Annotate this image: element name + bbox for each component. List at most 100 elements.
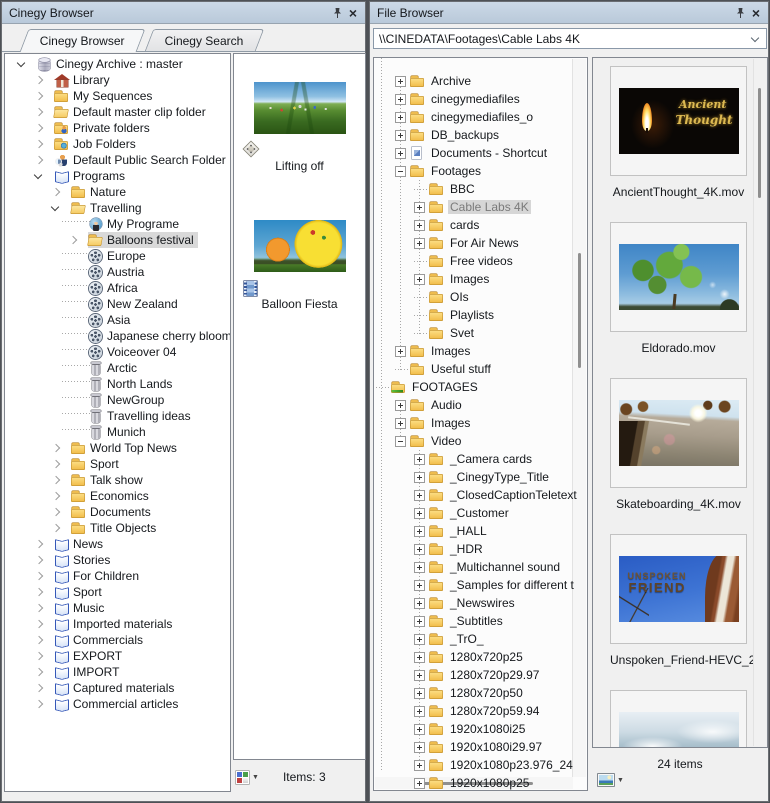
folder-tree-item[interactable]: Images (374, 342, 587, 360)
expander-box[interactable] (414, 687, 425, 699)
expander-box[interactable] (414, 273, 425, 285)
tree-node[interactable]: Japanese cherry bloom (88, 328, 230, 344)
expander-icon[interactable] (62, 328, 90, 344)
folder-tree-item[interactable]: _ClosedCaptionTeletext (374, 486, 587, 504)
tree-node[interactable]: Voiceover 04 (88, 344, 180, 360)
expander-box[interactable] (414, 292, 427, 303)
folder-tree-item[interactable]: 1280x720p50 (374, 684, 587, 702)
tree-node[interactable]: Title Objects (71, 520, 160, 536)
expander-icon[interactable] (45, 456, 71, 472)
scrollbar-thumb[interactable] (758, 88, 761, 198)
tree-node[interactable]: World Top News (71, 440, 181, 456)
expander-icon[interactable] (28, 536, 54, 552)
expander-icon[interactable] (45, 200, 71, 216)
tree-item[interactable]: My Sequences (5, 88, 230, 104)
tree-item[interactable]: Balloons festival (5, 232, 230, 248)
folder-tree-item[interactable]: FOOTAGES (374, 378, 587, 396)
folder-tree-item[interactable]: Footages (374, 162, 587, 180)
expander-box[interactable] (395, 435, 406, 447)
clip-thumbnail[interactable] (253, 220, 346, 272)
expander-icon[interactable] (62, 424, 90, 440)
tree-item[interactable]: Arctic (5, 360, 230, 376)
expander-box[interactable] (414, 615, 425, 627)
expander-box[interactable] (376, 382, 389, 393)
expander-icon[interactable] (62, 296, 90, 312)
folder-tree-item[interactable]: Images (374, 414, 587, 432)
tree-node[interactable]: Job Folders (54, 136, 140, 152)
tree-node[interactable]: North Lands (88, 376, 176, 392)
expander-box[interactable] (414, 597, 425, 609)
expander-box[interactable] (414, 525, 425, 537)
tree-node[interactable]: Programs (54, 168, 129, 184)
folder-tree-item[interactable]: _Customer (374, 504, 587, 522)
folder-tree-item[interactable]: _Subtitles (374, 612, 587, 630)
expander-box[interactable] (414, 328, 427, 339)
tree-node[interactable]: Arctic (88, 360, 141, 376)
expander-icon[interactable] (11, 56, 37, 72)
tree-node[interactable]: Library (54, 72, 114, 88)
expander-box[interactable] (395, 111, 406, 123)
expander-box[interactable] (395, 165, 406, 177)
tree-node[interactable]: Commercial articles (54, 696, 182, 712)
file-item[interactable]: Skateboarding_4K.mov (610, 378, 747, 534)
tree-item[interactable]: Voiceover 04 (5, 344, 230, 360)
expander-icon[interactable] (28, 632, 54, 648)
tree-node[interactable]: NewGroup (88, 392, 168, 408)
expander-icon[interactable] (62, 408, 90, 424)
expander-box[interactable] (414, 723, 425, 735)
tree-node[interactable]: Sport (54, 584, 106, 600)
tree-item[interactable]: Job Folders (5, 136, 230, 152)
clip-item[interactable]: Balloon Fiesta (234, 220, 365, 358)
tree-node[interactable]: My Programe (88, 216, 183, 232)
file-thumbnail[interactable]: Ancient Thought (618, 88, 739, 154)
expander-icon[interactable] (28, 552, 54, 568)
file-thumbnail[interactable] (618, 712, 739, 747)
folder-tree-item[interactable]: Video (374, 432, 587, 450)
folder-tree-item[interactable]: Free videos (374, 252, 587, 270)
expander-icon[interactable] (45, 488, 71, 504)
tree-item[interactable]: Documents (5, 504, 230, 520)
tree-node[interactable]: Imported materials (54, 616, 176, 632)
expander-box[interactable] (395, 364, 408, 375)
expander-icon[interactable] (45, 472, 71, 488)
folder-tree-item[interactable]: For Air News (374, 234, 587, 252)
tree-node[interactable]: Munich (88, 424, 150, 440)
tree-node[interactable]: Balloons festival (88, 232, 198, 248)
expander-box[interactable] (414, 237, 425, 249)
tree-node[interactable]: Documents (71, 504, 155, 520)
folder-tree-item[interactable]: Svet (374, 324, 587, 342)
file-thumbnail[interactable]: UNSPOKEN FRIEND (618, 556, 739, 622)
tree-node[interactable]: Commercials (54, 632, 147, 648)
expander-box[interactable] (414, 561, 425, 573)
tree-node[interactable]: For Children (54, 568, 143, 584)
expander-icon[interactable] (28, 152, 54, 168)
folder-tree-item[interactable]: BBC (374, 180, 587, 198)
tree-node[interactable]: Default Public Search Folder (54, 152, 230, 168)
expander-box[interactable] (395, 399, 406, 411)
tree-item[interactable]: EXPORT (5, 648, 230, 664)
file-item[interactable]: Eldorado.mov (610, 222, 747, 378)
expander-box[interactable] (414, 489, 425, 501)
tree-item[interactable]: Commercial articles (5, 696, 230, 712)
expander-icon[interactable] (28, 600, 54, 616)
expander-icon[interactable] (28, 568, 54, 584)
expander-icon[interactable] (28, 648, 54, 664)
tree-node[interactable]: Cinegy Archive : master (37, 56, 187, 72)
folder-tree-item[interactable]: _HDR (374, 540, 587, 558)
tree-item[interactable]: Title Objects (5, 520, 230, 536)
tree-item[interactable]: Music (5, 600, 230, 616)
expander-box[interactable] (395, 417, 406, 429)
expander-icon[interactable] (62, 264, 90, 280)
expander-box[interactable] (414, 507, 425, 519)
folder-tree-item[interactable]: cinegymediafiles_o (374, 108, 587, 126)
folder-tree-item[interactable]: _HALL (374, 522, 587, 540)
tree-node[interactable]: News (54, 536, 107, 552)
expander-box[interactable] (395, 147, 406, 159)
tree-item[interactable]: IMPORT (5, 664, 230, 680)
tree-item[interactable]: New Zealand (5, 296, 230, 312)
folder-tree-item[interactable]: Archive (374, 72, 587, 90)
expander-icon[interactable] (45, 440, 71, 456)
pin-icon[interactable] (329, 5, 345, 21)
tree-item[interactable]: Library (5, 72, 230, 88)
file-item[interactable]: Ancient Thought AncientThought_4K.mov (610, 66, 747, 222)
